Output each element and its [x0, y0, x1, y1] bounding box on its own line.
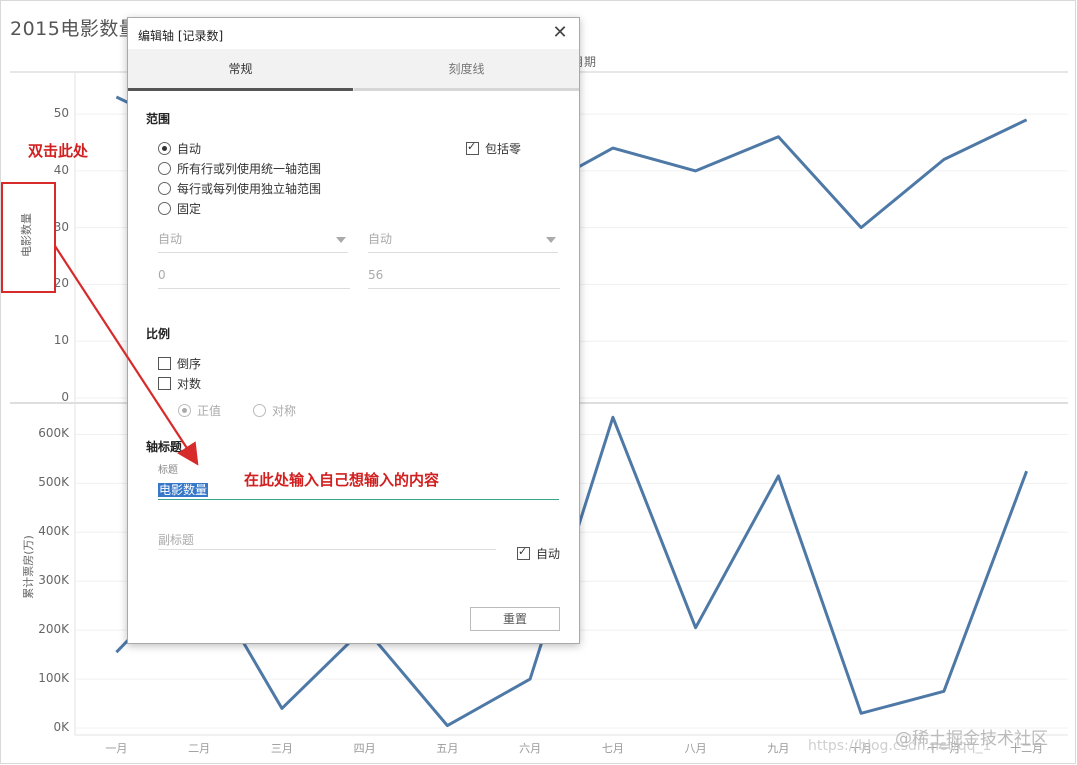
annotation-arrow [54, 245, 199, 466]
arrow-line [54, 245, 199, 466]
watermark-brand: @稀土掘金技术社区 [895, 729, 1048, 749]
